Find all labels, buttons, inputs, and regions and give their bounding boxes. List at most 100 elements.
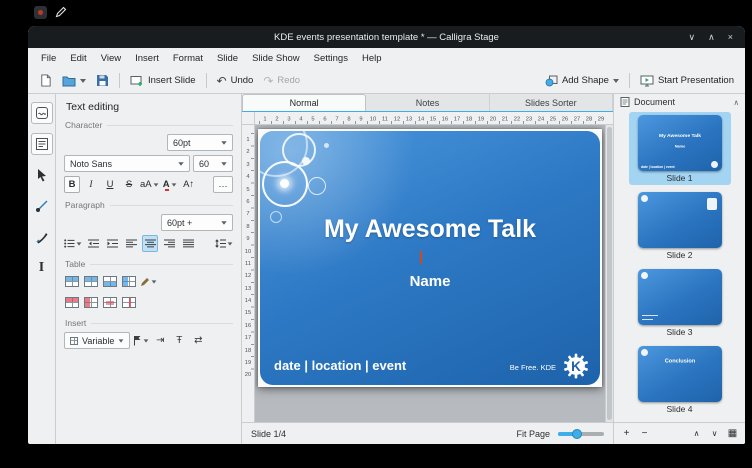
align-justify-button[interactable] [180, 235, 196, 252]
tab-notes[interactable]: Notes [366, 94, 489, 111]
add-slide-button[interactable]: + [619, 426, 634, 441]
titlebar[interactable]: KDE events presentation template * — Cal… [28, 26, 745, 48]
default-select-tool[interactable] [31, 164, 53, 186]
menu-edit[interactable]: Edit [63, 51, 93, 66]
italic-button[interactable]: I [83, 176, 99, 193]
canvas-vertical-scrollbar[interactable] [605, 125, 613, 422]
change-case-button[interactable]: aA [140, 176, 159, 193]
tab-normal[interactable]: Normal [242, 94, 366, 111]
slide-indicator: Slide 1/4 [251, 429, 286, 439]
menu-settings[interactable]: Settings [307, 51, 355, 66]
slide-thumbnail-2[interactable]: Slide 2 [629, 189, 731, 262]
more-character-options-button[interactable]: … [213, 176, 233, 193]
paragraph-style-combo[interactable]: 60pt + [161, 214, 233, 231]
vertical-ruler-numbers: 1234567891011121314151617181920 [242, 133, 254, 381]
menubar: FileEditViewInsertFormatSlideSlide ShowS… [28, 48, 745, 68]
cursor-arrow-icon [36, 168, 48, 182]
undo-button[interactable]: ↶ Undo [212, 73, 259, 89]
menu-help[interactable]: Help [355, 51, 389, 66]
text-tool[interactable]: I [31, 257, 53, 279]
tab-slides-sorter[interactable]: Slides Sorter [490, 94, 613, 111]
delete-row-icon [65, 297, 79, 308]
indent-icon [107, 239, 118, 248]
menu-insert[interactable]: Insert [128, 51, 166, 66]
decrease-indent-button[interactable] [85, 235, 101, 252]
delete-slide-button[interactable]: − [637, 426, 652, 441]
close-button[interactable]: × [728, 26, 733, 48]
slide-subtitle-text[interactable]: Name [260, 273, 600, 290]
list-style-button[interactable] [64, 235, 82, 252]
slide-footer-text[interactable]: date | location | event [274, 358, 406, 373]
calligraphy-tool[interactable] [31, 226, 53, 248]
shape-squiggle-icon [35, 106, 49, 120]
insert-row-below-button[interactable] [102, 273, 118, 290]
menu-slide[interactable]: Slide [210, 51, 245, 66]
bold-button[interactable]: B [64, 176, 80, 193]
insert-section-label: Insert [65, 318, 233, 328]
slide-title-text[interactable]: My Awesome Talk [260, 215, 600, 244]
minimize-button[interactable]: ∨ [689, 26, 696, 48]
move-slide-down-button[interactable]: ∨ [707, 426, 722, 441]
kde-logo-icon: K [563, 353, 589, 379]
underline-button[interactable]: U [102, 176, 118, 193]
table-border-pen-button[interactable] [140, 273, 157, 290]
zoom-mode-label[interactable]: Fit Page [516, 429, 550, 439]
open-document-button[interactable] [57, 73, 91, 89]
insert-bookmark-button[interactable] [133, 332, 149, 349]
increase-indent-button[interactable] [104, 235, 120, 252]
shape-selection-tool[interactable] [31, 102, 53, 124]
slide-editor[interactable]: My Awesome Talk Name date | location | e… [258, 129, 602, 387]
align-center-button[interactable] [142, 235, 158, 252]
redo-button[interactable]: ↷ Redo [258, 73, 305, 89]
menu-file[interactable]: File [34, 51, 63, 66]
align-left-button[interactable] [123, 235, 139, 252]
insert-table-button[interactable] [64, 273, 80, 290]
insert-variable-button[interactable]: Variable [64, 332, 130, 349]
shape-properties-tool[interactable] [31, 133, 53, 155]
strikethrough-button[interactable]: S [121, 176, 137, 193]
slide-background: My Awesome Talk Name date | location | e… [260, 131, 600, 385]
grow-font-button[interactable]: A↑ [181, 176, 197, 193]
character-style-combo[interactable]: 60pt [167, 134, 233, 151]
slide-thumbnail-3[interactable]: Slide 3 [629, 266, 731, 339]
new-document-button[interactable] [34, 72, 57, 89]
paragraph-style-value: 60pt + [167, 218, 192, 228]
save-button[interactable] [91, 72, 114, 89]
scrollbar-thumb[interactable] [607, 127, 612, 420]
insert-tab-button[interactable]: ⇥ [152, 332, 168, 349]
zoom-slider-knob[interactable] [572, 429, 582, 439]
slide-thumbnail-1[interactable]: My Awesome TalkNamedate | location | eve… [629, 112, 731, 185]
font-size-combo[interactable]: 60 [193, 155, 233, 172]
merge-cells-button[interactable] [102, 294, 118, 311]
font-color-button[interactable]: A [162, 176, 178, 193]
slide-canvas[interactable]: My Awesome Talk Name date | location | e… [255, 125, 605, 422]
insert-special-character-button[interactable]: Ŧ [171, 332, 187, 349]
editor-center: NormalNotesSlides Sorter 123456789101112… [242, 94, 613, 444]
align-right-button[interactable] [161, 235, 177, 252]
font-color-label: A [163, 179, 170, 190]
slide-thumbnail-4[interactable]: ConclusionSlide 4 [629, 343, 731, 416]
zoom-slider[interactable] [558, 432, 604, 436]
path-line-tool[interactable] [31, 195, 53, 217]
start-presentation-button[interactable]: Start Presentation [635, 73, 739, 89]
menu-view[interactable]: View [94, 51, 128, 66]
move-slide-up-button[interactable]: ∧ [689, 426, 704, 441]
add-shape-label: Add Shape [562, 75, 609, 86]
maximize-button[interactable]: ∧ [708, 26, 715, 48]
line-spacing-button[interactable] [215, 235, 233, 252]
docker-collapse-button[interactable]: ∧ [734, 98, 740, 107]
add-shape-button[interactable]: Add Shape [540, 73, 624, 89]
insert-row-above-button[interactable] [83, 273, 99, 290]
delete-column-button[interactable] [83, 294, 99, 311]
insert-index-button[interactable]: ⇄ [190, 332, 206, 349]
insert-slide-button[interactable]: Insert Slide [125, 73, 201, 89]
chevron-down-icon [171, 183, 176, 186]
menu-format[interactable]: Format [166, 51, 210, 66]
font-family-combo[interactable]: Noto Sans [64, 155, 190, 172]
view-mode-grid-button[interactable]: ▦ [725, 426, 740, 441]
delete-row-button[interactable] [64, 294, 80, 311]
variable-grid-icon [70, 337, 78, 345]
insert-column-button[interactable] [121, 273, 137, 290]
split-cells-button[interactable] [121, 294, 137, 311]
menu-slide-show[interactable]: Slide Show [245, 51, 307, 66]
